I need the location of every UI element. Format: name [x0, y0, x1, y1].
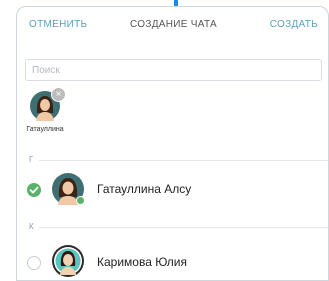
unselected-checkbox[interactable] — [27, 256, 41, 270]
contact-name: Гатауллина Алсу — [97, 182, 192, 196]
check-icon — [29, 186, 39, 194]
section-letter: К — [29, 222, 34, 231]
section-divider — [39, 227, 328, 228]
create-button[interactable]: СОЗДАТЬ — [270, 19, 318, 30]
search-field[interactable] — [25, 59, 322, 81]
section-divider — [39, 160, 328, 161]
selected-contact-chip: × Гатауллина — [25, 87, 66, 133]
remove-chip-button[interactable]: × — [51, 87, 66, 102]
close-icon[interactable]: × — [56, 89, 62, 100]
avatar: × — [30, 87, 66, 121]
chip-label: Гатауллина — [26, 126, 64, 133]
header: ОТМЕНИТЬ СОЗДАНИЕ ЧАТА СОЗДАТЬ — [17, 7, 328, 43]
avatar — [52, 173, 85, 205]
female-avatar-icon — [52, 245, 84, 277]
avatar — [52, 245, 84, 277]
create-chat-dialog: ОТМЕНИТЬ СОЗДАНИЕ ЧАТА СОЗДАТЬ × Гатаулл… — [16, 6, 329, 281]
search-input[interactable] — [26, 60, 321, 81]
contact-name: Каримова Юлия — [97, 255, 187, 269]
list-item[interactable]: Каримова Юлия — [17, 245, 328, 280]
selected-checkbox[interactable] — [27, 183, 41, 197]
list-item[interactable]: Гатауллина Алсу — [17, 171, 328, 207]
online-status-dot — [76, 196, 85, 205]
section-letter: Г — [29, 155, 34, 164]
